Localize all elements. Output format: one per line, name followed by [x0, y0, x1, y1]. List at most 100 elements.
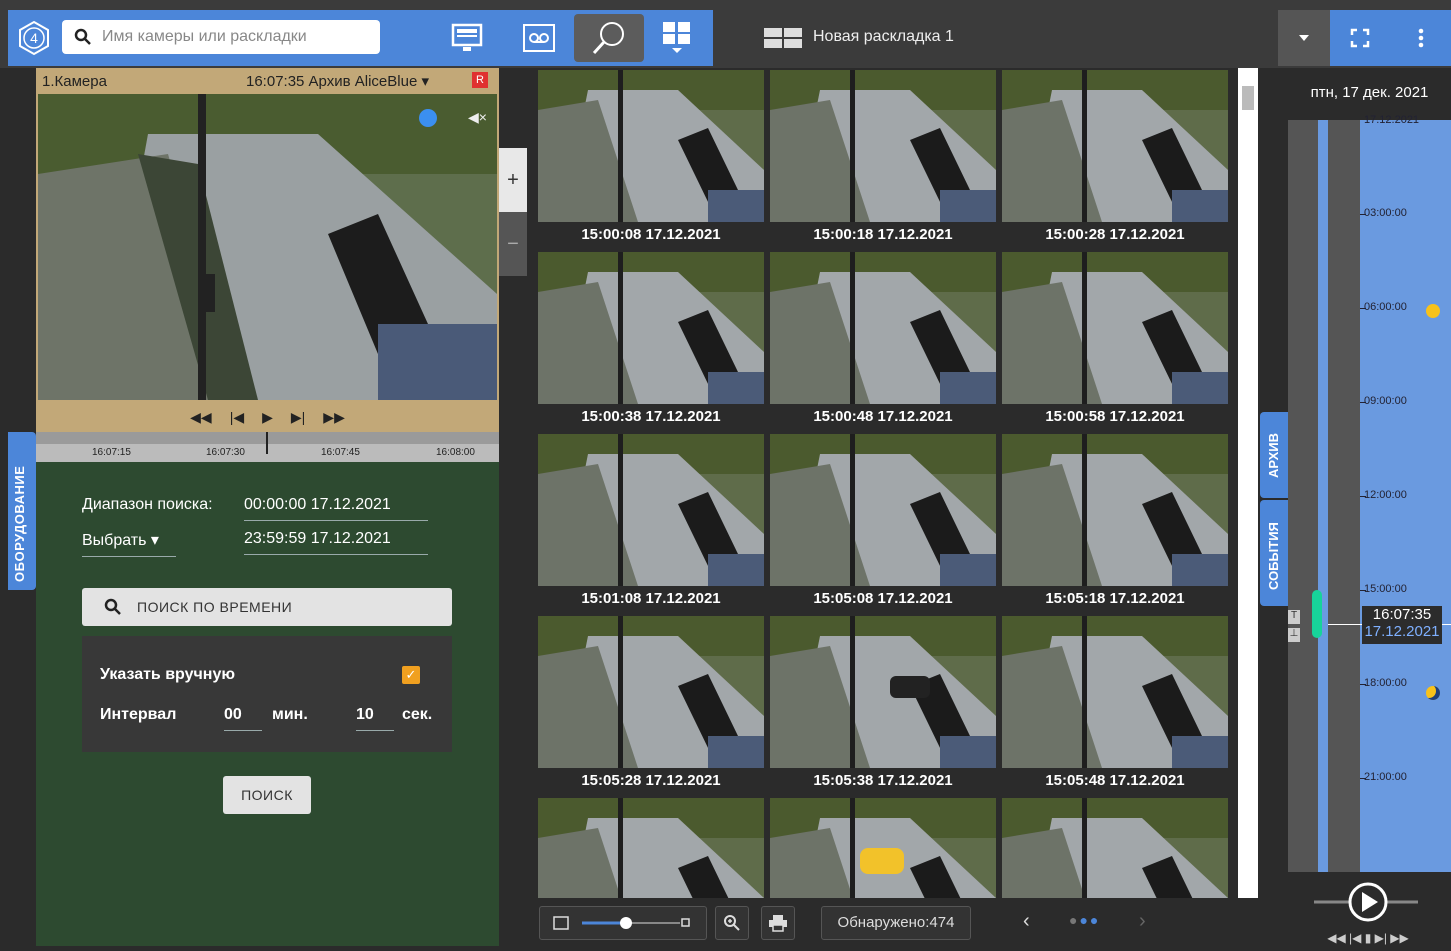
timeline-tick-label: 15:00:00 — [1364, 583, 1407, 595]
equipment-tab-label: ОБОРУДОВАНИЕ — [12, 465, 27, 582]
thumbnail-image — [1002, 70, 1228, 222]
result-thumbnail[interactable]: 15:00:28 17.12.2021 — [1002, 70, 1228, 248]
camera-status[interactable]: 16:07:35 Архив AliceBlue ▾ — [246, 72, 429, 90]
result-thumbnail[interactable]: 15:05:48 17.12.2021 — [1002, 616, 1228, 794]
result-thumbnail[interactable]: 15:01:08 17.12.2021 — [538, 434, 764, 612]
seconds-field[interactable]: 10 — [356, 706, 394, 731]
result-thumbnail[interactable]: 15:05:28 17.12.2021 — [538, 616, 764, 794]
manual-interval-box: Указать вручную ✓ Интервал 00 мин. 10 се… — [82, 636, 452, 752]
timeline-playback: ◀◀ |◀ ▮ ▶| ▶▶ — [1288, 872, 1451, 946]
thumbnail-label: 15:05:38 17.12.2021 — [770, 768, 996, 794]
monitor-button[interactable] — [432, 14, 502, 62]
seconds-unit: сек. — [402, 706, 433, 723]
more-menu-button[interactable] — [1390, 10, 1451, 66]
print-icon — [769, 915, 787, 932]
thumbnail-label: 15:00:18 17.12.2021 — [770, 222, 996, 248]
thumbnail-image — [1002, 252, 1228, 404]
fullscreen-button[interactable] — [1330, 10, 1390, 66]
range-end-field[interactable]: 23:59:59 17.12.2021 — [244, 530, 428, 555]
manual-checkbox[interactable]: ✓ — [402, 666, 420, 684]
zoom-search-button[interactable] — [715, 906, 749, 940]
fullscreen-icon — [1350, 28, 1370, 48]
next-page-button[interactable]: › — [1139, 910, 1146, 933]
equipment-tab[interactable]: ОБОРУДОВАНИЕ — [8, 432, 36, 590]
timeline-tick-label: 12:00:00 — [1364, 489, 1407, 501]
zoom-out-button[interactable]: − — [499, 212, 527, 276]
playback-controls: ◀◀ |◀ ▶ ▶| ▶▶ — [36, 402, 499, 432]
download-icon — [419, 109, 437, 127]
timeline-scale[interactable]: 17.12.2021 T ⊥ 16:07:35 17.12.2021 03:00… — [1288, 114, 1451, 940]
rewind-fast-icon[interactable]: ◀◀ — [190, 409, 212, 426]
layouts-button[interactable] — [642, 14, 712, 62]
left-strip — [0, 68, 8, 946]
minutes-unit: мин. — [272, 706, 308, 723]
timeline-date: птн, 17 дек. 2021 — [1310, 84, 1429, 101]
camera-name: 1.Камера — [42, 73, 107, 90]
search-icon — [104, 598, 121, 615]
timeline-tick: 16:07:30 — [206, 447, 245, 458]
result-thumbnail[interactable] — [538, 798, 764, 898]
result-thumbnail[interactable]: 15:00:08 17.12.2021 — [538, 70, 764, 248]
record-badge: R — [472, 72, 488, 88]
scrollbar-thumb[interactable] — [1242, 86, 1254, 110]
prev-page-button[interactable]: ‹ — [1023, 910, 1030, 933]
timeline-needle[interactable] — [266, 432, 268, 454]
forward-fast-icon[interactable]: ▶▶ — [323, 409, 345, 426]
thumbnail-label: 15:00:58 17.12.2021 — [1002, 404, 1228, 430]
timeline-track-2 — [1328, 120, 1360, 922]
camera-frame-image: ◀× — [38, 94, 497, 400]
archive-button[interactable] — [504, 14, 574, 62]
result-thumbnail[interactable]: 15:05:08 17.12.2021 — [770, 434, 996, 612]
camera-timeline[interactable]: 16:07:15 16:07:30 16:07:45 16:08:00 — [36, 432, 499, 462]
minutes-field[interactable]: 00 — [224, 706, 262, 731]
thumbnail-label: 15:00:28 17.12.2021 — [1002, 222, 1228, 248]
layout-title[interactable]: Новая раскладка 1 — [813, 28, 954, 46]
thumbnail-label: 15:00:08 17.12.2021 — [538, 222, 764, 248]
events-tab[interactable]: СОБЫТИЯ — [1260, 500, 1288, 606]
time-search-button[interactable]: ПОИСК ПО ВРЕМЕНИ — [82, 588, 452, 626]
timeline-tick: 16:07:45 — [321, 447, 360, 458]
camera-search-input[interactable]: Имя камеры или раскладки — [62, 20, 380, 54]
result-thumbnail[interactable]: 15:05:18 17.12.2021 — [1002, 434, 1228, 612]
app-logo-icon[interactable]: 4 — [16, 20, 52, 56]
play-icon[interactable]: ▶ — [262, 409, 273, 426]
svg-text:◀◀ |◀ ▮ ▶| ▶▶: ◀◀ |◀ ▮ ▶| ▶▶ — [1327, 931, 1409, 945]
result-thumbnail[interactable] — [770, 798, 996, 898]
zoom-in-button[interactable]: + — [499, 148, 527, 212]
thumbnail-image — [770, 616, 996, 768]
range-label: Диапазон поиска: — [82, 496, 213, 513]
step-forward-icon[interactable]: ▶| — [291, 409, 305, 426]
timeline-tick-label: 21:00:00 — [1364, 771, 1407, 783]
thumb-size-slider[interactable] — [539, 906, 707, 940]
result-thumbnail[interactable]: 15:00:48 17.12.2021 — [770, 252, 996, 430]
camera-window[interactable]: 1.Камера 16:07:35 Архив AliceBlue ▾ R ◀×… — [36, 68, 499, 462]
timeline-tick-label: 18:00:00 — [1364, 677, 1407, 689]
search-icon — [74, 28, 91, 45]
result-thumbnail[interactable] — [1002, 798, 1228, 898]
archive-icon — [523, 24, 555, 52]
results-scrollbar[interactable] — [1238, 68, 1258, 898]
timeline-panel: птн, 17 дек. 2021 17.12.2021 T ⊥ 16:07:3… — [1288, 68, 1451, 946]
result-thumbnail[interactable]: 15:05:38 17.12.2021 — [770, 616, 996, 794]
timeline-tick: 16:08:00 — [436, 447, 475, 458]
result-thumbnail[interactable]: 15:00:38 17.12.2021 — [538, 252, 764, 430]
timeline-tick-label: 09:00:00 — [1364, 395, 1407, 407]
bottom-marker-button[interactable]: ⊥ — [1288, 628, 1300, 642]
search-mode-button[interactable] — [574, 14, 644, 62]
moon-icon — [1426, 686, 1440, 700]
search-button[interactable]: ПОИСК — [223, 776, 311, 814]
thumbnail-image — [538, 70, 764, 222]
thumbnail-image — [1002, 434, 1228, 586]
layout-grid-icon — [764, 28, 802, 48]
archive-tab[interactable]: АРХИВ — [1260, 412, 1288, 498]
step-back-icon[interactable]: |◀ — [230, 409, 244, 426]
layout-dropdown-button[interactable] — [1278, 10, 1330, 66]
result-thumbnail[interactable]: 15:00:58 17.12.2021 — [1002, 252, 1228, 430]
current-time: 16:07:35 — [1372, 606, 1432, 623]
top-marker-button[interactable]: T — [1288, 610, 1300, 624]
camera-video[interactable]: ◀× — [38, 94, 497, 400]
result-thumbnail[interactable]: 15:00:18 17.12.2021 — [770, 70, 996, 248]
print-button[interactable] — [761, 906, 795, 940]
range-select-dropdown[interactable]: Выбрать ▾ — [82, 530, 176, 557]
range-start-field[interactable]: 00:00:00 17.12.2021 — [244, 496, 428, 521]
